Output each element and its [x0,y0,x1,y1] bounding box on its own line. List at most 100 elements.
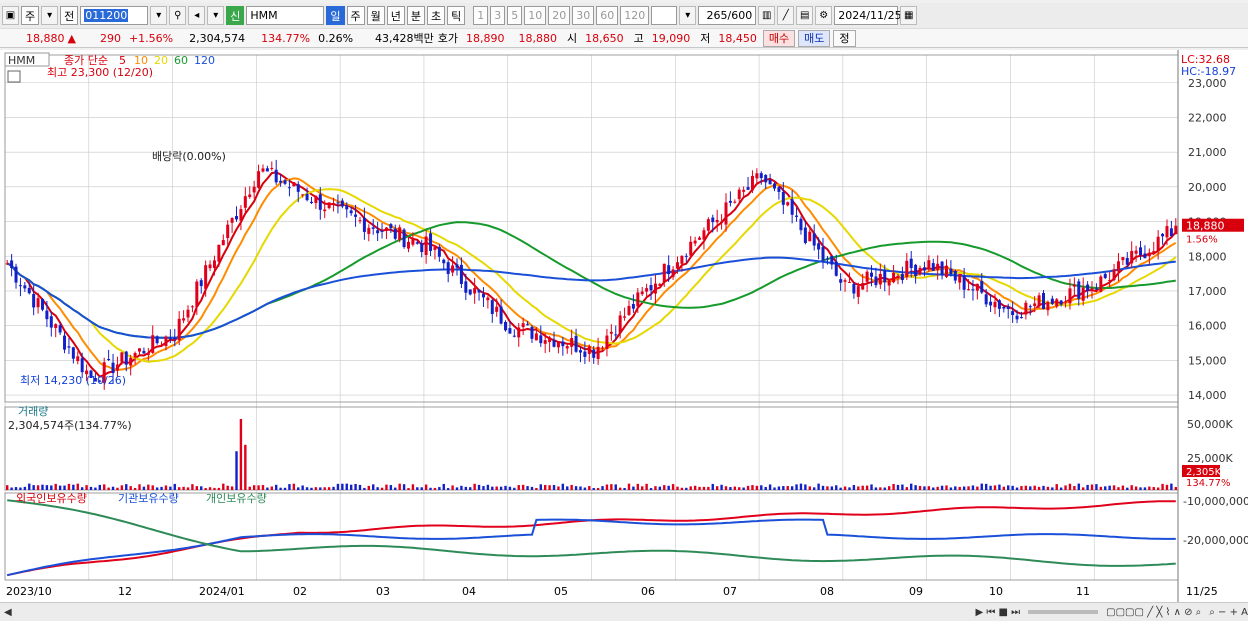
legend-ma20: 20 [154,54,168,67]
volume-bar [984,483,988,490]
volume-bar [685,487,688,490]
dropdown-arrow-icon[interactable]: ▾ [41,6,59,25]
zoom-icons[interactable]: ⌕ − + A [1209,607,1248,618]
table-icon[interactable] [7,70,21,83]
interval-dropdown-icon[interactable]: ▾ [679,6,697,25]
interval-30-button[interactable]: 30 [572,6,595,25]
volume-bar [588,486,591,490]
sell-button[interactable]: 매도 [798,29,831,47]
price-tag: 18,880 [1186,220,1225,233]
search-icon[interactable]: ⚲ [169,6,187,25]
period-month-button[interactable]: 월 [366,6,385,25]
save-icon[interactable]: ▤ [796,6,814,25]
candle-body [14,266,18,283]
speaker-dropdown-icon[interactable]: ▾ [207,6,225,25]
tool-icons[interactable]: ▢▢▢▢ ╱ ╳ ⌇ ∧ ⊘ ⌕ [1106,607,1201,618]
volume-bar [244,444,247,490]
interval-10-button[interactable]: 10 [524,6,547,25]
interval-3-button[interactable]: 3 [490,6,506,25]
volume-bar [949,487,953,490]
chart-type-icon[interactable]: ▥ [758,6,776,25]
period-week-button[interactable]: 주 [346,6,365,25]
window-menu-icon[interactable]: ▣ [2,6,19,25]
volume-bar [1002,486,1006,490]
volume-bar [1068,483,1072,490]
volume-bar [32,485,35,490]
candle-body [173,338,177,340]
volume-bar [411,484,415,490]
volume-bar [125,484,128,490]
candle-body [1059,300,1063,305]
period-second-button[interactable]: 초 [427,6,446,25]
volume-bar [248,486,251,490]
chart-area[interactable]: 14,00015,00016,00017,00018,00019,00020,0… [0,50,1248,602]
interval-1-button[interactable]: 1 [473,6,489,25]
correct-button[interactable]: 정 [833,29,856,47]
stock-chart[interactable]: 14,00015,00016,00017,00018,00019,00020,0… [0,50,1248,602]
volume-bar [918,485,922,490]
volume-bar [63,485,66,490]
stock-name-field[interactable]: HMM [246,6,325,25]
zoom-slider[interactable] [1028,610,1099,614]
period-minute-button[interactable]: 분 [406,6,425,25]
interval-20-button[interactable]: 20 [548,6,571,25]
volume-bar [879,487,882,490]
candle-body [45,310,49,320]
candle-body [54,324,58,328]
code-dropdown-icon[interactable]: ▾ [150,6,168,25]
candle-body [711,217,715,223]
period-tick-button[interactable]: 틱 [447,6,466,25]
candle-body [230,218,234,223]
period-day-button[interactable]: 일 [326,6,345,25]
volume-bar [517,485,520,490]
buy-button[interactable]: 매수 [762,29,796,47]
candle-body [720,221,724,223]
stock-code-input[interactable]: 011200 [80,6,149,25]
volume-bar [54,483,57,490]
candle-body [367,227,371,234]
scroll-left-icon[interactable]: ◀ [4,607,12,618]
x-label-06: 06 [641,585,655,598]
scroll-bar[interactable]: ◀ ▶ ⏮ ■ ⏭ ▢▢▢▢ ╱ ╳ ⌇ ∧ ⊘ ⌕ ⌕ − + A [0,602,1248,621]
account-type-select[interactable]: 주 [21,6,40,25]
playback-controls[interactable]: ▶ ⏮ ■ ⏭ [975,607,1020,618]
candle-body [1037,295,1041,307]
interval-120-button[interactable]: 120 [620,6,650,25]
candle-body [160,344,164,346]
x-label-04: 04 [462,585,476,598]
volume-bar [927,486,931,490]
candle-body [486,297,490,301]
volume-bar [971,485,975,490]
candle-body [517,327,521,338]
prev-button[interactable]: 전 [60,6,79,25]
volume-bar [10,487,13,490]
gear-icon[interactable]: ⚙ [815,6,833,25]
candle-body [812,233,816,246]
quote-arrow: ▲ [67,31,76,45]
volume-bar [618,487,622,490]
volume-bar [940,485,944,490]
candle-body [314,195,318,204]
volume-bar [566,486,569,490]
bar-count-input[interactable]: 265/600 [698,6,757,25]
custom-interval-input[interactable] [651,6,678,25]
volume-bar [1156,487,1160,490]
volume-bar [654,486,657,490]
volume-bar [314,487,318,490]
candle-body [212,260,216,268]
speaker-icon[interactable]: ◂ [188,6,206,25]
interval-5-button[interactable]: 5 [507,6,523,25]
candle-body [1147,252,1151,257]
calendar-icon[interactable]: ▦ [900,6,918,25]
candle-body [1033,303,1037,307]
draw-tool-icon[interactable]: ╱ [777,6,795,25]
candle-body [389,224,393,229]
period-year-button[interactable]: 년 [386,6,405,25]
date-input[interactable]: 2024/11/25 [834,6,902,25]
interval-60-button[interactable]: 60 [596,6,619,25]
y-tick-label: 18,000 [1188,250,1227,263]
volume-bar [160,486,163,490]
volume-bar [976,486,979,490]
volume-bar [962,486,966,490]
candle-body [504,321,508,331]
